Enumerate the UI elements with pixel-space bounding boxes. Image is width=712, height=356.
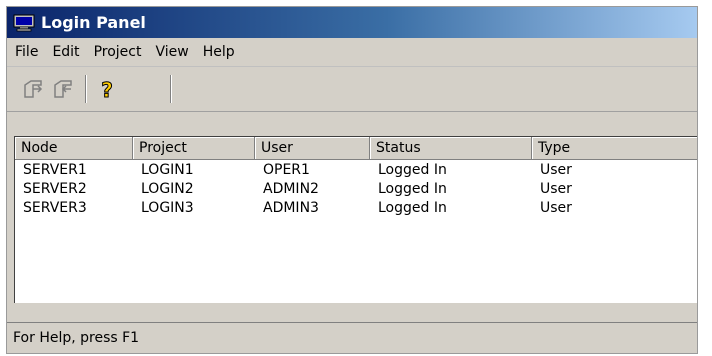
column-header-node[interactable]: Node xyxy=(15,137,133,159)
cell-project: LOGIN3 xyxy=(141,200,194,216)
screenshot-edge xyxy=(698,0,712,356)
login-button[interactable] xyxy=(21,77,45,101)
cell-project: LOGIN2 xyxy=(141,181,194,197)
menu-edit[interactable]: Edit xyxy=(45,44,86,60)
table-row[interactable]: SERVER2 LOGIN2 ADMIN2 Logged In User xyxy=(15,181,697,200)
table-row[interactable]: SERVER3 LOGIN3 ADMIN3 Logged In User xyxy=(15,200,697,219)
logout-icon xyxy=(54,80,72,98)
cell-type: User xyxy=(540,162,572,178)
title-bar[interactable]: Login Panel xyxy=(7,7,697,38)
help-button[interactable]: ? xyxy=(95,77,119,103)
menu-view[interactable]: View xyxy=(148,44,195,60)
cell-user: OPER1 xyxy=(263,162,310,178)
cell-status: Logged In xyxy=(378,200,447,216)
help-icon: ? xyxy=(101,78,114,103)
menu-project[interactable]: Project xyxy=(87,44,149,60)
logout-button[interactable] xyxy=(51,77,75,101)
login-list[interactable]: Node Project User Status Type SERVER1 LO… xyxy=(14,136,697,303)
table-row[interactable]: SERVER1 LOGIN1 OPER1 Logged In User xyxy=(15,162,697,181)
column-header-project[interactable]: Project xyxy=(133,137,255,159)
cell-type: User xyxy=(540,200,572,216)
menu-file[interactable]: File xyxy=(7,44,45,60)
monitor-icon xyxy=(13,14,35,32)
menu-bar: File Edit Project View Help xyxy=(7,38,697,67)
column-header-user[interactable]: User xyxy=(255,137,370,159)
column-header-type[interactable]: Type xyxy=(532,137,697,159)
cell-status: Logged In xyxy=(378,162,447,178)
cell-type: User xyxy=(540,181,572,197)
login-icon xyxy=(24,80,43,98)
cell-project: LOGIN1 xyxy=(141,162,194,178)
svg-text:?: ? xyxy=(101,78,113,101)
toolbar-separator xyxy=(170,75,171,103)
cell-node: SERVER2 xyxy=(23,181,87,197)
list-header: Node Project User Status Type xyxy=(15,137,697,160)
toolbar-separator xyxy=(85,75,86,103)
cell-user: ADMIN2 xyxy=(263,181,319,197)
cell-node: SERVER3 xyxy=(23,200,87,216)
menu-help[interactable]: Help xyxy=(196,44,242,60)
column-header-status[interactable]: Status xyxy=(370,137,532,159)
window-title: Login Panel xyxy=(41,13,146,32)
cell-node: SERVER1 xyxy=(23,162,87,178)
status-text: For Help, press F1 xyxy=(13,330,140,346)
status-bar: For Help, press F1 xyxy=(7,322,697,353)
toolbar: ? xyxy=(7,67,697,112)
cell-user: ADMIN3 xyxy=(263,200,319,216)
login-panel-window: Login Panel File Edit Project View Help … xyxy=(6,6,698,354)
cell-status: Logged In xyxy=(378,181,447,197)
